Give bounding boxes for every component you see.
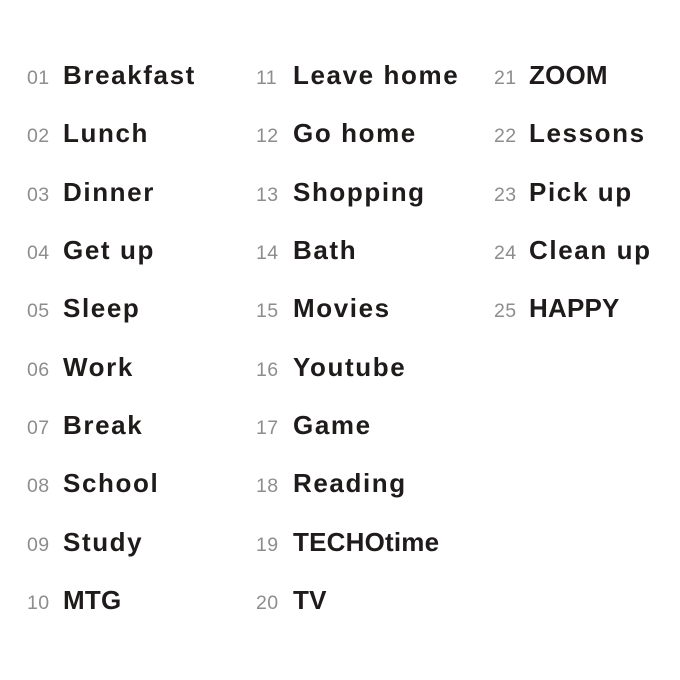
index-entry: 18 Reading — [256, 470, 407, 504]
index-entry-label: Leave home — [293, 60, 460, 90]
index-entry-label: Movies — [293, 293, 391, 324]
index-entry-label: Youtube — [293, 351, 407, 382]
index-entry-label: ZOOM — [529, 60, 608, 90]
index-entry: 12 Go home — [256, 120, 417, 154]
index-entry: 22 Lessons — [494, 120, 646, 154]
index-entry-number: 05 — [27, 300, 50, 323]
index-entry-label: Bath — [293, 235, 358, 266]
index-entry-number: 04 — [27, 242, 50, 265]
index-entry-label: Shopping — [293, 176, 426, 207]
index-entry-number: 15 — [256, 300, 279, 323]
index-entry: 21 ZOOM — [494, 62, 608, 96]
index-entry-number: 01 — [27, 67, 50, 89]
index-entry-label: Lessons — [529, 118, 646, 149]
index-entry-number: 16 — [256, 358, 279, 381]
index-entry-number: 20 — [256, 592, 279, 615]
index-entry: 16 Youtube — [256, 354, 406, 388]
activity-index-sheet: 01 Breakfast 02 Lunch 03 Dinner 04 Get up 05 Slee… — [0, 0, 680, 680]
index-entry-number: 19 — [256, 533, 279, 556]
index-entry: 06 Work — [27, 354, 134, 388]
index-entry-number: 07 — [27, 417, 50, 440]
index-entry-number: 08 — [27, 475, 50, 498]
index-entry-number: 22 — [494, 125, 517, 148]
index-entry: 10 MTG — [27, 587, 121, 621]
index-entry: 15 Movies — [256, 295, 391, 329]
index-entry: 02 Lunch — [27, 120, 149, 154]
index-entry-label: Dinner — [63, 176, 155, 207]
index-entry: 11 Leave home — [256, 62, 459, 96]
index-entry-label: Get up — [63, 235, 155, 266]
index-entry: 14 Bath — [256, 237, 357, 271]
index-entry-label: TECHOtime — [293, 526, 440, 557]
index-entry-number: 06 — [27, 358, 50, 381]
index-entry-number: 23 — [494, 183, 517, 206]
index-entry-label: Game — [293, 410, 372, 441]
index-column-3: 21 ZOOM 22 Lessons 23 Pick up 24 Clean up 25 HAPP… — [494, 0, 669, 680]
index-entry-number: 14 — [256, 242, 279, 265]
index-entry-label: Breakfast — [63, 60, 196, 90]
index-entry-label: Work — [63, 351, 134, 382]
index-entry-number: 13 — [256, 183, 279, 206]
index-entry: 17 Game — [256, 412, 372, 446]
index-entry-number: 18 — [256, 475, 279, 498]
index-entry: 07 Break — [27, 412, 143, 446]
index-entry-label: Pick up — [529, 176, 633, 207]
index-entry: 24 Clean up — [494, 237, 652, 271]
index-entry: 03 Dinner — [27, 179, 155, 213]
index-entry-label: HAPPY — [529, 293, 620, 324]
index-entry: 19 TECHOtime — [256, 529, 439, 563]
index-entry-label: Lunch — [63, 118, 149, 149]
index-entry-label: Reading — [293, 468, 407, 499]
index-entry-number: 21 — [494, 67, 517, 89]
index-entry-label: Study — [63, 526, 144, 557]
index-entry-label: Break — [63, 410, 144, 441]
index-entry-number: 24 — [494, 242, 517, 265]
index-entry: 04 Get up — [27, 237, 155, 271]
index-column-1: 01 Breakfast 02 Lunch 03 Dinner 04 Get up 05 Slee… — [27, 0, 237, 680]
index-entry-label: TV — [293, 585, 327, 616]
index-entry-label: MTG — [63, 585, 122, 616]
index-entry: 25 HAPPY — [494, 295, 620, 329]
index-entry: 05 Sleep — [27, 295, 140, 329]
index-entry: 01 Breakfast — [27, 62, 196, 96]
index-column-2: 11 Leave home 12 Go home 13 Shopping 14 Bath 15 M… — [256, 0, 481, 680]
index-entry-number: 02 — [27, 125, 50, 148]
index-entry: 20 TV — [256, 587, 327, 621]
index-entry: 09 Study — [27, 529, 143, 563]
index-entry-number: 17 — [256, 417, 279, 440]
index-entry-number: 03 — [27, 183, 50, 206]
index-entry-label: Go home — [293, 118, 417, 149]
index-entry-number: 25 — [494, 300, 517, 323]
index-entry: 08 School — [27, 470, 159, 504]
index-entry-number: 12 — [256, 125, 279, 148]
index-entry-number: 10 — [27, 592, 50, 615]
index-entry: 13 Shopping — [256, 179, 426, 213]
index-entry-label: School — [63, 468, 160, 499]
index-entry-number: 09 — [27, 533, 50, 556]
index-entry-label: Sleep — [63, 293, 141, 324]
index-entry-number: 11 — [256, 67, 278, 89]
index-entry: 23 Pick up — [494, 179, 633, 213]
index-entry-label: Clean up — [529, 235, 652, 266]
